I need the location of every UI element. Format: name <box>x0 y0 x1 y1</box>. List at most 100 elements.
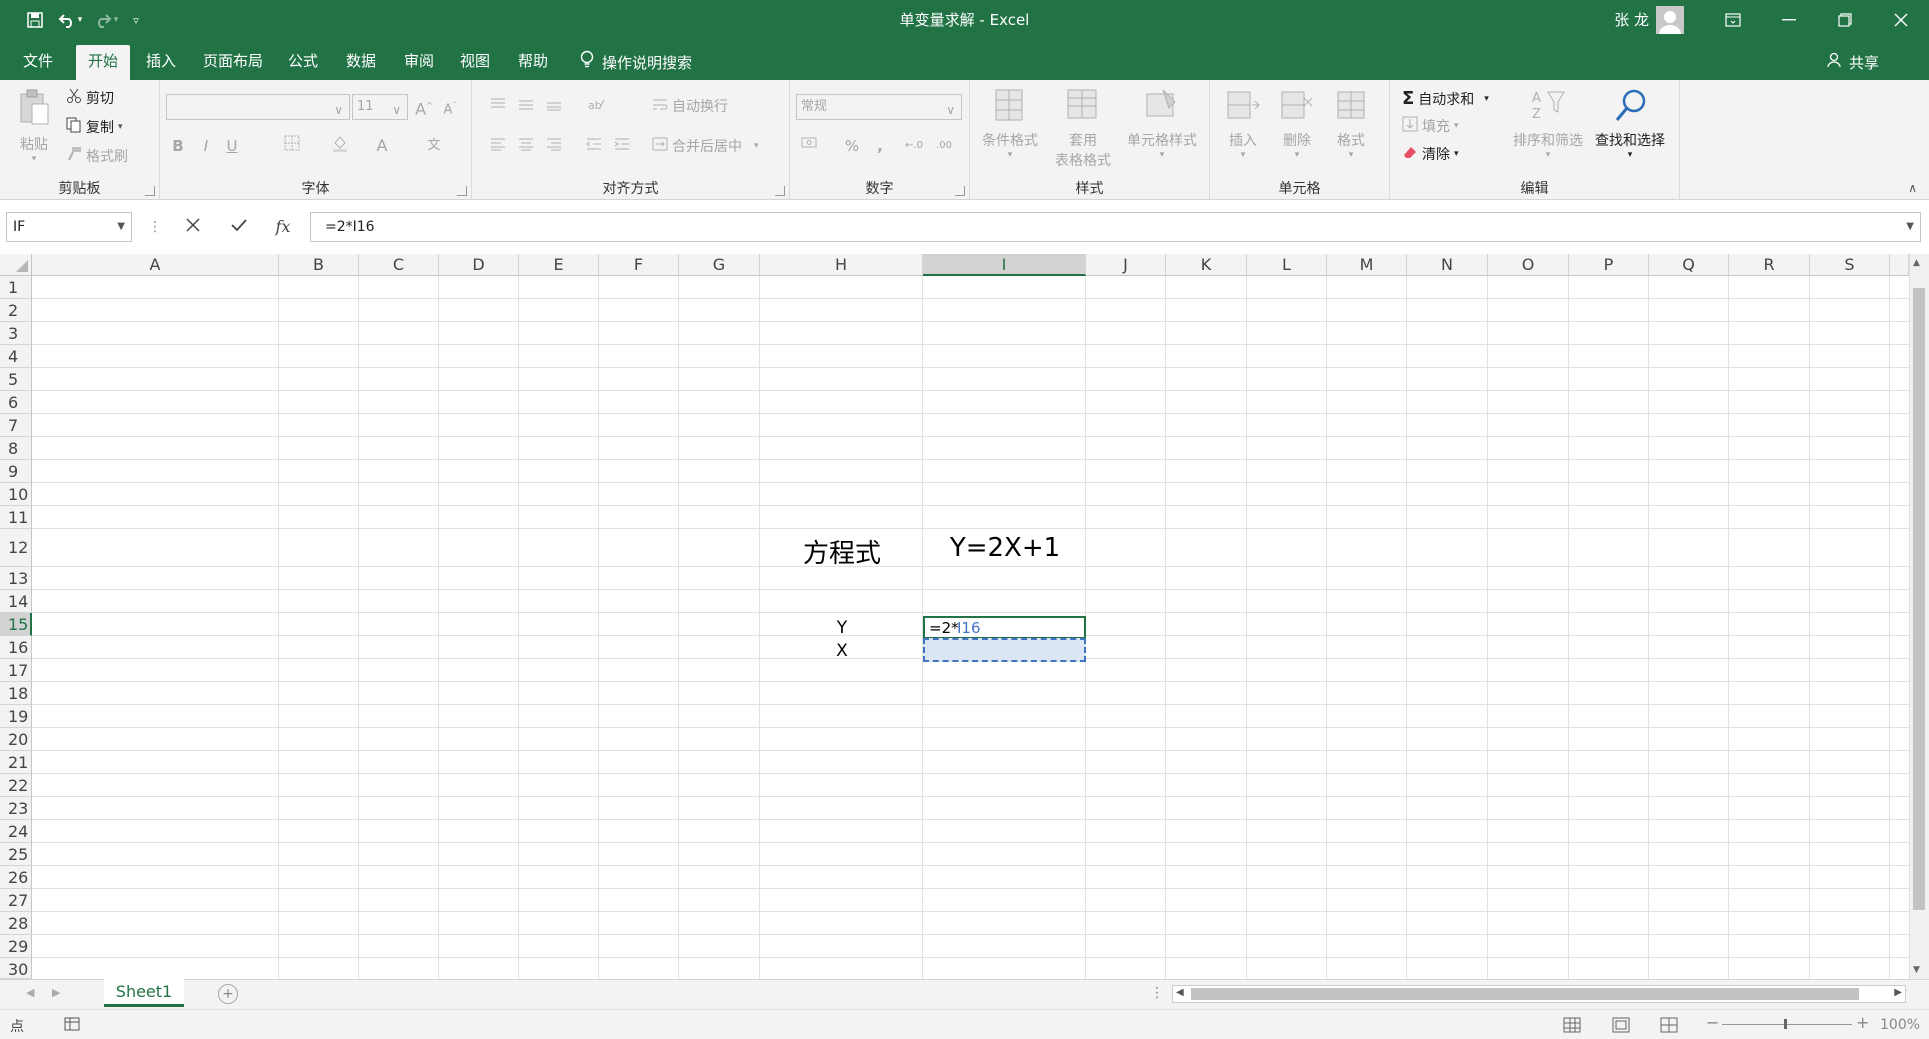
share-button[interactable]: 共享 <box>1827 45 1879 80</box>
copy-button[interactable]: 复制 ▾ <box>66 117 123 137</box>
save-icon[interactable] <box>18 0 52 40</box>
row-header-12[interactable]: 12 <box>0 529 32 567</box>
cell-H15[interactable]: Y <box>760 618 924 638</box>
zoom-slider-thumb[interactable] <box>1784 1019 1787 1029</box>
align-bottom-icon[interactable] <box>542 94 566 118</box>
tab-view[interactable]: 视图 <box>452 45 498 80</box>
vertical-scrollbar[interactable]: ▲ ▼ <box>1909 254 1929 979</box>
tell-me-search[interactable]: 操作说明搜索 <box>580 45 692 80</box>
column-header-G[interactable]: G <box>679 254 760 276</box>
fill-button[interactable]: 填充 ▾ <box>1402 116 1459 136</box>
zoom-level[interactable]: 100% <box>1880 1017 1920 1033</box>
column-header-E[interactable]: E <box>519 254 599 276</box>
italic-button[interactable]: I <box>194 134 218 158</box>
scroll-right-icon[interactable]: ▶ <box>1894 987 1902 998</box>
decrease-decimal-button[interactable]: .00 <box>932 134 956 158</box>
clipboard-launcher-icon[interactable] <box>145 186 155 196</box>
alignment-launcher-icon[interactable] <box>775 186 785 196</box>
sheet-tab-sheet1[interactable]: Sheet1 <box>104 979 184 1007</box>
macro-record-icon[interactable] <box>64 1017 80 1035</box>
cell-styles-button[interactable]: 单元格样式 ▾ <box>1122 88 1202 160</box>
horizontal-scroll-thumb[interactable] <box>1191 988 1859 1000</box>
row-header-7[interactable]: 7 <box>0 414 32 437</box>
font-launcher-icon[interactable] <box>457 186 467 196</box>
zoom-out-icon[interactable]: − <box>1706 1013 1719 1032</box>
row-header-1[interactable]: 1 <box>0 276 32 299</box>
orientation-icon[interactable]: ab <box>584 94 608 118</box>
column-header-B[interactable]: B <box>279 254 359 276</box>
row-header-21[interactable]: 21 <box>0 751 32 774</box>
row-header-25[interactable]: 25 <box>0 843 32 866</box>
cell-I12[interactable]: Y=2X+1 <box>924 533 1086 563</box>
tab-insert[interactable]: 插入 <box>138 45 184 80</box>
row-header-20[interactable]: 20 <box>0 728 32 751</box>
column-header-O[interactable]: O <box>1488 254 1569 276</box>
column-header-N[interactable]: N <box>1407 254 1488 276</box>
increase-indent-icon[interactable] <box>610 134 634 158</box>
row-header-5[interactable]: 5 <box>0 368 32 391</box>
row-header-19[interactable]: 19 <box>0 705 32 728</box>
undo-icon[interactable]: ▾ <box>52 0 88 40</box>
select-all-corner[interactable] <box>0 254 32 276</box>
autosum-button[interactable]: Σ 自动求和 ▾ <box>1402 88 1489 109</box>
column-header-L[interactable]: L <box>1247 254 1327 276</box>
row-header-10[interactable]: 10 <box>0 483 32 506</box>
restore-icon[interactable] <box>1817 0 1873 40</box>
column-header-D[interactable]: D <box>439 254 519 276</box>
zoom-in-icon[interactable]: + <box>1856 1013 1869 1032</box>
scroll-up-icon[interactable]: ▲ <box>1913 258 1920 268</box>
borders-icon[interactable] <box>280 134 304 158</box>
column-header-H[interactable]: H <box>760 254 923 276</box>
row-header-16[interactable]: 16 <box>0 636 32 659</box>
add-sheet-icon[interactable]: + <box>218 984 238 1004</box>
row-header-22[interactable]: 22 <box>0 774 32 797</box>
zoom-slider[interactable] <box>1722 1019 1852 1029</box>
row-header-26[interactable]: 26 <box>0 866 32 889</box>
align-center-icon[interactable] <box>514 134 538 158</box>
tab-data[interactable]: 数据 <box>338 45 384 80</box>
grow-font-button[interactable]: A^ <box>412 94 436 118</box>
row-header-8[interactable]: 8 <box>0 437 32 460</box>
bold-button[interactable]: B <box>166 134 190 158</box>
row-header-13[interactable]: 13 <box>0 567 32 590</box>
row-header-18[interactable]: 18 <box>0 682 32 705</box>
customize-qat-icon[interactable]: ▿ <box>124 0 148 40</box>
collapse-ribbon-icon[interactable]: ∧ <box>1908 181 1917 195</box>
font-color-button[interactable]: A <box>370 134 394 158</box>
row-header-2[interactable]: 2 <box>0 299 32 322</box>
minimize-icon[interactable] <box>1761 0 1817 40</box>
column-header-M[interactable]: M <box>1327 254 1407 276</box>
row-header-23[interactable]: 23 <box>0 797 32 820</box>
conditional-formatting-button[interactable]: 条件格式 ▾ <box>978 88 1042 160</box>
align-right-icon[interactable] <box>542 134 566 158</box>
format-cells-button[interactable]: 格式 ▾ <box>1326 88 1376 160</box>
column-header-C[interactable]: C <box>359 254 439 276</box>
format-as-table-button[interactable]: 套用 表格格式 <box>1048 88 1118 170</box>
sort-filter-button[interactable]: AZ 排序和筛选 ▾ <box>1510 88 1586 160</box>
avatar[interactable] <box>1656 6 1684 34</box>
row-header-9[interactable]: 9 <box>0 460 32 483</box>
split-handle-icon[interactable]: ⋮ <box>1150 985 1164 1001</box>
phonetic-button[interactable]: 文 <box>422 134 446 158</box>
tab-review[interactable]: 审阅 <box>396 45 442 80</box>
row-header-27[interactable]: 27 <box>0 889 32 912</box>
column-header-J[interactable]: J <box>1086 254 1166 276</box>
normal-view-icon[interactable] <box>1563 1017 1581 1037</box>
align-middle-icon[interactable] <box>514 94 538 118</box>
number-launcher-icon[interactable] <box>955 186 965 196</box>
cancel-icon[interactable] <box>178 212 208 242</box>
number-format-combo[interactable]: 常规 ∨ <box>796 94 962 120</box>
tab-help[interactable]: 帮助 <box>510 45 556 80</box>
row-header-11[interactable]: 11 <box>0 506 32 529</box>
decrease-indent-icon[interactable] <box>582 134 606 158</box>
prev-sheet-icon[interactable]: ◀ <box>26 986 34 999</box>
scroll-down-icon[interactable]: ▼ <box>1913 965 1920 975</box>
cell-H16[interactable]: X <box>760 641 924 661</box>
row-header-29[interactable]: 29 <box>0 935 32 958</box>
active-cell-I15[interactable]: =2* I16 <box>923 616 1086 639</box>
cut-button[interactable]: 剪切 <box>66 88 114 108</box>
page-break-view-icon[interactable] <box>1660 1017 1678 1037</box>
name-box[interactable]: IF ▼ <box>6 212 132 242</box>
horizontal-scrollbar[interactable]: ◀ ▶ <box>1172 985 1906 1003</box>
row-header-17[interactable]: 17 <box>0 659 32 682</box>
